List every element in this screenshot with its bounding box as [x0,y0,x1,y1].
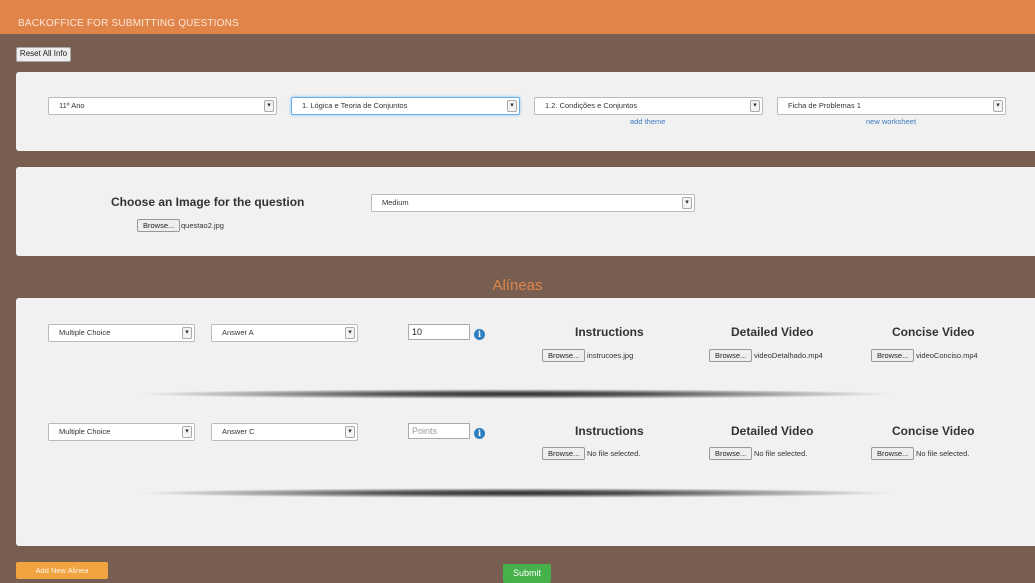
instructions-browse-button[interactable]: Browse... [542,447,586,460]
reset-all-button[interactable]: Reset All Info [16,47,71,62]
detailed-video-browse-button[interactable]: Browse... [709,349,753,362]
add-new-alinea-button[interactable]: Add New Alinea [16,562,108,579]
alinea-type-select[interactable]: Multiple Choice ▾ [48,423,195,441]
chevron-down-icon[interactable]: ▾ [682,197,692,209]
filters-panel: 11º Ano ▾ 1. Lógica e Teoria de Conjunto… [16,72,1035,151]
alineas-title: Alíneas [492,277,543,294]
detailed-video-file-name: No file selected. [754,449,808,458]
theme-select-value: 1.2. Condições e Conjuntos [545,101,638,110]
chevron-down-icon[interactable]: ▾ [182,426,192,438]
chevron-down-icon[interactable]: ▾ [345,426,355,438]
page-title: BACKOFFICE FOR SUBMITTING QUESTIONS [18,18,239,29]
info-icon[interactable]: i [474,329,485,340]
instructions-file-name: No file selected. [587,449,641,458]
new-worksheet-link[interactable]: new worksheet [866,117,916,126]
concise-video-browse-button[interactable]: Browse... [871,447,915,460]
points-input[interactable]: 10 [408,324,470,340]
theme-select[interactable]: 1.2. Condições e Conjuntos ▾ [534,97,763,115]
instructions-heading: Instructions [575,424,644,438]
image-file-name: questao2.jpg [181,221,224,230]
image-heading: Choose an Image for the question [111,195,305,209]
concise-video-heading: Concise Video [892,325,975,339]
chevron-down-icon[interactable]: ▾ [750,100,760,112]
alinea-type-value: Multiple Choice [59,427,111,436]
detailed-video-heading: Detailed Video [731,325,814,339]
detailed-video-heading: Detailed Video [731,424,814,438]
instructions-file-name: instrucoes.jpg [587,351,634,360]
detailed-video-browse-button[interactable]: Browse... [709,447,753,460]
alinea-divider [136,488,896,498]
chevron-down-icon[interactable]: ▾ [182,327,192,339]
chevron-down-icon[interactable]: ▾ [507,100,517,112]
alinea-type-value: Multiple Choice [59,328,111,337]
concise-video-file-name: videoConciso.mp4 [916,351,978,360]
alinea-answer-select[interactable]: Answer C ▾ [211,423,358,441]
alinea-type-select[interactable]: Multiple Choice ▾ [48,324,195,342]
detailed-video-file-name: videoDetalhado.mp4 [754,351,823,360]
alineas-panel: Multiple Choice ▾ Answer A ▾ 10 i Instru… [16,298,1035,546]
instructions-heading: Instructions [575,325,644,339]
chevron-down-icon[interactable]: ▾ [264,100,274,112]
alinea-answer-value: Answer A [222,328,254,337]
instructions-browse-button[interactable]: Browse... [542,349,586,362]
points-input[interactable]: Points [408,423,470,439]
alinea-answer-value: Answer C [222,427,255,436]
alinea-answer-select[interactable]: Answer A ▾ [211,324,358,342]
chevron-down-icon[interactable]: ▾ [993,100,1003,112]
concise-video-heading: Concise Video [892,424,975,438]
chapter-select-value: 1. Lógica e Teoria de Conjuntos [302,101,408,110]
concise-video-file-name: No file selected. [916,449,970,458]
info-icon[interactable]: i [474,428,485,439]
year-select[interactable]: 11º Ano ▾ [48,97,277,115]
add-theme-link[interactable]: add theme [630,117,665,126]
chevron-down-icon[interactable]: ▾ [345,327,355,339]
worksheet-select[interactable]: Ficha de Problemas 1 ▾ [777,97,1006,115]
top-header-bar: BACKOFFICE FOR SUBMITTING QUESTIONS [0,0,1035,34]
worksheet-select-value: Ficha de Problemas 1 [788,101,861,110]
chapter-select[interactable]: 1. Lógica e Teoria de Conjuntos ▾ [291,97,520,115]
alinea-divider [136,389,896,399]
difficulty-select-value: Medium [382,198,409,207]
year-select-value: 11º Ano [59,101,85,110]
image-browse-button[interactable]: Browse... [137,219,181,232]
image-panel: Choose an Image for the question Browse.… [16,167,1035,256]
submit-button[interactable]: Submit [503,564,551,583]
concise-video-browse-button[interactable]: Browse... [871,349,915,362]
difficulty-select[interactable]: Medium ▾ [371,194,695,212]
